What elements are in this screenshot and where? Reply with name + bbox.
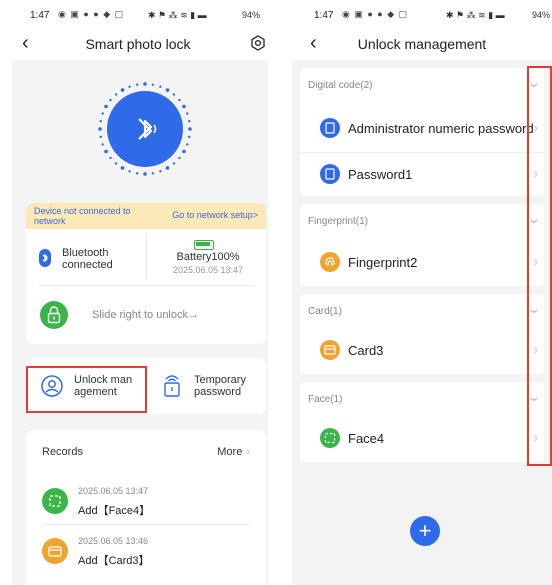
status-time: 1:47 — [30, 10, 50, 21]
bluetooth-badge-icon — [39, 249, 51, 267]
group-fingerprint: Fingerprint(1) ⌄ Fingerprint2 › — [300, 204, 544, 286]
smart-photo-lock-screen: 1:47 ◉ ▣ ● ● ◆ ▢ ✱ ⚑ ⁂ ≋ ▮ ▬ 94% ‹ Smart… — [0, 0, 276, 585]
face-icon — [320, 428, 340, 448]
records-more-link[interactable]: More › — [217, 446, 250, 458]
battery-percent: 94% — [532, 10, 551, 20]
ring-dot — [99, 119, 102, 123]
chevron-column-highlight — [527, 66, 552, 466]
record-date: 2025.06.05 13:47 — [78, 486, 149, 496]
ring-dot — [101, 112, 104, 115]
ring-dot — [143, 82, 147, 86]
card-icon — [42, 538, 68, 564]
ring-dot — [188, 119, 191, 123]
slide-to-unlock-text: Slide right to unlock→ — [92, 309, 199, 321]
list-item[interactable]: Administrator numeric password › — [300, 108, 544, 148]
card-icon — [320, 340, 340, 360]
item-label: Password1 — [348, 167, 413, 182]
chevron-right-icon: › — [246, 446, 250, 458]
divider — [38, 285, 254, 286]
signal-icons: ✱ ⚑ ⁂ ≋ ▮ ▬ — [446, 10, 505, 20]
ring-dot — [159, 170, 162, 173]
record-date: 2025.06.05 13:46 — [78, 536, 149, 546]
temporary-password-icon — [164, 375, 180, 397]
item-label: Fingerprint2 — [348, 255, 418, 270]
group-title: Card(1) — [308, 306, 342, 317]
ring-dot — [188, 127, 192, 131]
item-label: Card3 — [348, 343, 384, 358]
group-card: Card(1) ⌄ Card3 › — [300, 294, 544, 374]
add-button[interactable]: + — [410, 516, 440, 546]
group-title: Face(1) — [308, 394, 343, 405]
bluetooth-icon — [138, 118, 157, 140]
unlock-management-screen: 1:47 ◉ ▣ ● ● ◆ ▢ ✱ ⚑ ⁂ ≋ ▮ ▬ 94% ‹ Unloc… — [292, 0, 552, 585]
ring-dot — [159, 85, 162, 88]
group-digital-code: Digital code(2) ⌄ Administrator numeric … — [300, 68, 544, 196]
status-time: 1:47 — [314, 10, 334, 21]
device-status-card: Bluetooth connected Battery100% 2025.06.… — [26, 229, 266, 344]
settings-icon[interactable] — [250, 35, 266, 51]
bluetooth-lock-button[interactable] — [107, 91, 183, 167]
group-title: Fingerprint(1) — [308, 216, 369, 227]
ring-dot — [101, 143, 104, 146]
page-title: Unlock management — [357, 36, 487, 52]
list-item[interactable]: Password1 › — [300, 154, 544, 194]
ring-dot — [186, 112, 189, 115]
fingerprint-icon — [320, 252, 340, 272]
list-item[interactable]: Card3 › — [300, 330, 544, 370]
unlock-management-highlight — [26, 366, 147, 413]
list-item[interactable]: Face4 › — [300, 418, 544, 458]
battery-percent: 94% — [242, 10, 261, 20]
records-card: Records More › 2025.06.05 13:47 Add【Face4… — [26, 430, 266, 585]
ring-dot — [143, 172, 147, 176]
ring-dot — [188, 135, 191, 139]
ring-dot — [151, 172, 155, 175]
group-face: Face(1) ⌄ Face4 › — [300, 382, 544, 462]
padlock-icon — [47, 306, 61, 324]
ring-dot — [151, 83, 155, 86]
list-item[interactable]: Fingerprint2 › — [300, 242, 544, 282]
divider — [300, 152, 544, 153]
notification-icons: ◉ ▣ ● ● ◆ ▢ — [342, 9, 409, 19]
bluetooth-status-text: Bluetooth connected — [62, 247, 113, 271]
status-bar: 1:47 ◉ ▣ ● ● ◆ ▢ ✱ ⚑ ⁂ ≋ ▮ ▬ 94% — [292, 0, 552, 30]
banner-message: Device not connected to network — [34, 206, 131, 226]
signal-icons: ✱ ⚑ ⁂ ≋ ▮ ▬ — [148, 10, 207, 20]
network-banner: Device not connected to network Go to ne… — [26, 203, 266, 229]
item-label: Administrator numeric password — [348, 121, 534, 136]
network-setup-link[interactable]: Go to network setup> — [172, 210, 258, 220]
notification-icons: ◉ ▣ ● ● ◆ ▢ — [58, 9, 125, 19]
ring-dot — [99, 135, 102, 139]
status-bar: 1:47 ◉ ▣ ● ● ◆ ▢ ✱ ⚑ ⁂ ≋ ▮ ▬ 94% — [0, 0, 276, 30]
battery-icon — [194, 240, 214, 250]
ring-dot — [128, 170, 131, 173]
page-title: Smart photo lock — [85, 36, 191, 52]
ring-dot — [186, 143, 189, 146]
more-label: More — [217, 446, 243, 458]
battery-updated: 2025.06.05 13:47 — [172, 265, 244, 275]
divider — [146, 235, 147, 279]
navbar: ‹ Unlock management — [292, 30, 552, 60]
records-title: Records — [42, 446, 83, 458]
ring-dot — [135, 172, 139, 175]
temporary-password-label: Temporary password — [194, 374, 246, 398]
password-icon — [320, 164, 340, 184]
temporary-password-button[interactable]: Temporary password — [146, 358, 266, 414]
password-icon — [320, 118, 340, 138]
divider — [42, 524, 250, 525]
face-icon — [42, 488, 68, 514]
ring-dot — [128, 85, 131, 88]
group-title: Digital code(2) — [308, 80, 373, 91]
ring-dot — [135, 83, 139, 86]
battery-level: Battery100% — [176, 251, 240, 263]
item-label: Face4 — [348, 431, 385, 446]
unlock-slider-handle[interactable] — [40, 301, 68, 329]
record-text: Add【Card3】 — [78, 555, 150, 567]
record-text: Add【Face4】 — [78, 505, 151, 517]
navbar: ‹ Smart photo lock — [0, 30, 276, 60]
ring-dot — [98, 127, 102, 131]
